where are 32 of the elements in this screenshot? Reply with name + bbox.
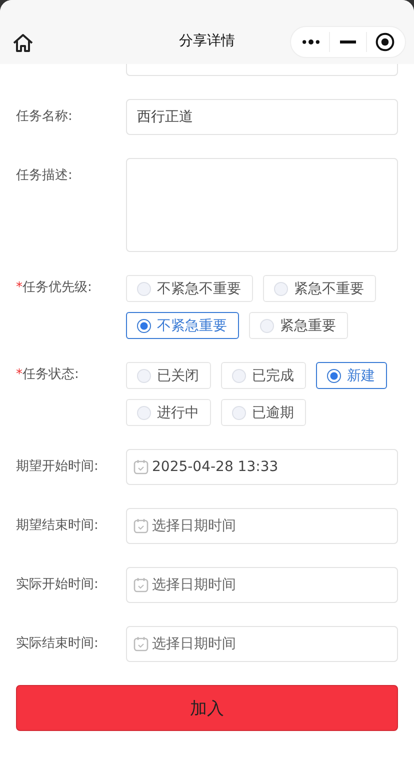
radio-option[interactable]: 已完成	[221, 362, 306, 389]
close-icon[interactable]	[375, 32, 395, 52]
date-field[interactable]: 选择日期时间	[126, 508, 398, 544]
radio-option[interactable]: 进行中	[126, 399, 211, 426]
field-label: 任务名称:	[16, 108, 74, 126]
radio-option[interactable]: 紧急重要	[249, 312, 348, 339]
minimize-icon[interactable]	[338, 38, 358, 46]
field-label: 期望开始时间:	[16, 458, 100, 476]
radio-option[interactable]: 不紧急不重要	[126, 275, 253, 302]
field-label: *任务优先级:	[16, 279, 93, 297]
field-label: 任务描述:	[16, 167, 74, 185]
calendar-icon	[133, 577, 149, 593]
field-label: *任务状态:	[16, 366, 80, 384]
radio-option[interactable]: 紧急不重要	[263, 275, 376, 302]
field-label: 期望结束时间:	[16, 517, 100, 535]
date-field[interactable]: 2025-04-28 13:33	[126, 449, 398, 485]
date-field[interactable]: 选择日期时间	[126, 626, 398, 662]
input-field[interactable]: 西行正道	[126, 99, 398, 135]
calendar-icon	[133, 636, 149, 652]
home-icon[interactable]	[12, 33, 34, 53]
radio-option[interactable]: 已关闭	[126, 362, 211, 389]
more-icon[interactable]	[301, 38, 321, 46]
date-field[interactable]: 选择日期时间	[126, 567, 398, 603]
field-label: 实际开始时间:	[16, 576, 100, 594]
field-label: 实际结束时间:	[16, 635, 100, 653]
radio-option[interactable]: 已逾期	[221, 399, 306, 426]
calendar-icon	[133, 459, 149, 475]
page-title: 分享详情	[178, 32, 236, 50]
join-button[interactable]: 加入	[16, 685, 398, 731]
calendar-icon	[133, 518, 149, 534]
radio-option[interactable]: 新建	[316, 362, 387, 389]
radio-option[interactable]: 不紧急重要	[126, 312, 239, 339]
